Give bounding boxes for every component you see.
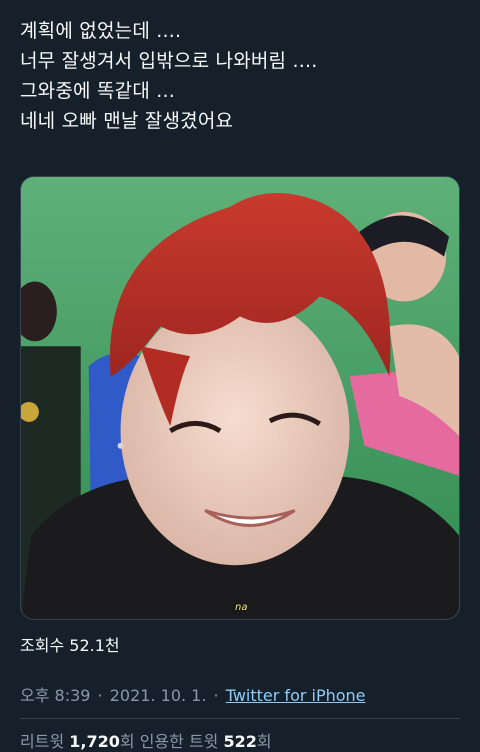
quotes-count[interactable]: 522 bbox=[223, 732, 256, 751]
retweets-unit: 회 bbox=[119, 732, 135, 751]
tweet-date[interactable]: 2021. 10. 1. bbox=[110, 686, 207, 705]
views-label: 조회수 bbox=[20, 636, 65, 655]
meta-separator: · bbox=[97, 686, 103, 705]
meta-separator: · bbox=[213, 686, 219, 705]
tweet-time[interactable]: 오후 8:39 bbox=[20, 686, 90, 705]
retweets-label[interactable]: 리트윗 bbox=[20, 732, 64, 751]
tweet-stats: 리트윗 1,720회 인용한 트윗 522회 bbox=[20, 728, 272, 752]
divider bbox=[20, 718, 460, 719]
tweet-line: 너무 잘생겨서 입밖으로 나와버림 .... bbox=[20, 50, 318, 72]
tweet-line: 네네 오빠 맨날 잘생겼어요 bbox=[20, 110, 234, 132]
tweet-meta: 오후 8:39 · 2021. 10. 1. · Twitter for iPh… bbox=[20, 682, 366, 706]
quotes-unit: 회 bbox=[256, 732, 272, 751]
tweet-source-link[interactable]: Twitter for iPhone bbox=[226, 686, 366, 705]
video-subtitle: na bbox=[235, 602, 248, 613]
tweet-line: 그와중에 똑같대 ... bbox=[20, 80, 175, 102]
tweet-text: 계획에 없었는데 .... 너무 잘생겨서 입밖으로 나와버림 .... 그와중… bbox=[20, 16, 470, 136]
quotes-label[interactable]: 인용한 트윗 bbox=[140, 732, 219, 751]
retweets-count[interactable]: 1,720 bbox=[69, 732, 120, 751]
view-count: 조회수 52.1천 bbox=[20, 632, 120, 656]
tweet-video[interactable]: na bbox=[20, 176, 460, 620]
tweet-line: 계획에 없었는데 .... bbox=[20, 20, 182, 42]
video-frame bbox=[21, 177, 459, 619]
views-count: 52.1천 bbox=[69, 636, 120, 655]
